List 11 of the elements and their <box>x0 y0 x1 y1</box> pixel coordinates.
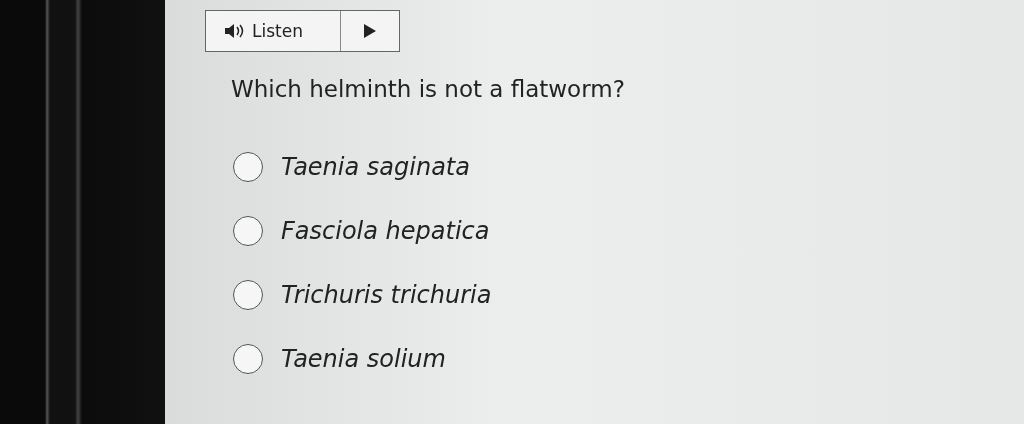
option-label[interactable]: Trichuris trichuria <box>281 281 492 309</box>
radio-button[interactable] <box>233 344 263 374</box>
radio-button[interactable] <box>233 280 263 310</box>
option-label[interactable]: Taenia saginata <box>281 153 470 181</box>
radio-button[interactable] <box>233 152 263 182</box>
question-text: Which helminth is not a flatworm? <box>231 76 626 102</box>
speaker-icon <box>224 23 244 39</box>
radio-button[interactable] <box>233 216 263 246</box>
option-label[interactable]: Taenia solium <box>281 345 446 373</box>
option-label[interactable]: Fasciola hepatica <box>281 217 490 245</box>
play-icon <box>364 24 376 38</box>
